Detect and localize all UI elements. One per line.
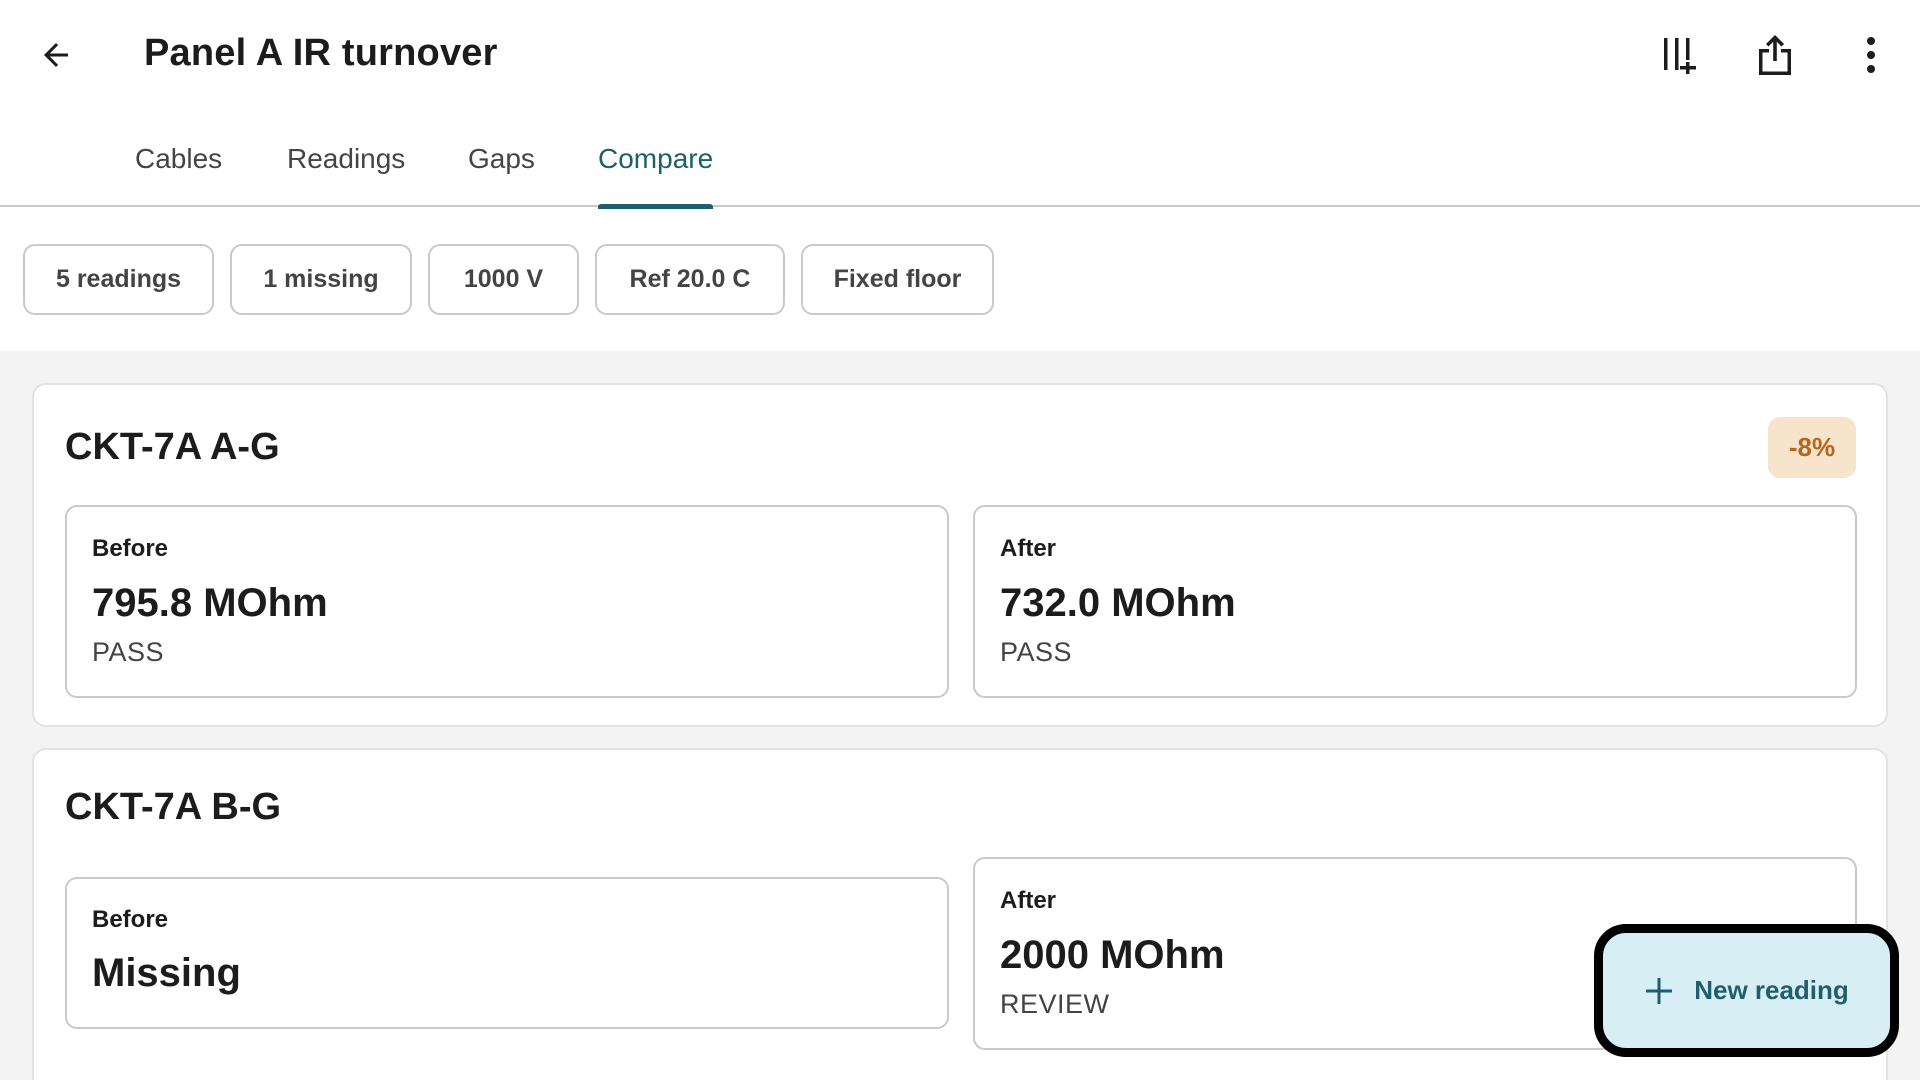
- after-status: PASS: [1000, 637, 1073, 667]
- new-reading-button[interactable]: New reading: [1594, 924, 1899, 1057]
- share-icon: [1759, 35, 1791, 75]
- more-options-button[interactable]: [1841, 25, 1901, 85]
- before-label: Before: [92, 535, 169, 562]
- share-button[interactable]: [1745, 25, 1805, 85]
- after-label: After: [1000, 887, 1057, 914]
- app-bar: Panel A IR turnover: [0, 0, 1920, 110]
- before-reading-box: Before Missing: [65, 877, 949, 1029]
- circuit-title: CKT-7A B-G: [65, 786, 282, 828]
- tab-cables[interactable]: Cables: [135, 110, 222, 207]
- comparison-card[interactable]: CKT-7A A-G -8% Before 795.8 MOhm PASS Af…: [32, 383, 1888, 727]
- chip-voltage[interactable]: 1000 V: [428, 244, 579, 315]
- chip-readings-count[interactable]: 5 readings: [23, 244, 214, 315]
- tab-bar: Cables Readings Gaps Compare: [0, 110, 1920, 209]
- circuit-title: CKT-7A A-G: [65, 426, 280, 468]
- plus-icon: [1646, 977, 1673, 1004]
- column-add-icon: [1664, 38, 1696, 74]
- after-status: REVIEW: [1000, 989, 1110, 1019]
- after-value: 2000 MOhm: [1000, 933, 1225, 977]
- before-reading-box: Before 795.8 MOhm PASS: [65, 505, 949, 698]
- delta-badge: -8%: [1768, 417, 1856, 478]
- chip-reference-temperature[interactable]: Ref 20.0 C: [595, 244, 785, 315]
- chip-fixed-floor[interactable]: Fixed floor: [801, 244, 994, 315]
- after-label: After: [1000, 535, 1057, 562]
- before-value: Missing: [92, 951, 241, 995]
- more-vertical-icon: [1867, 37, 1875, 73]
- chip-missing-count[interactable]: 1 missing: [230, 244, 412, 315]
- before-status: PASS: [92, 637, 165, 667]
- column-add-button[interactable]: [1651, 25, 1711, 85]
- filter-chip-row: 5 readings 1 missing 1000 V Ref 20.0 C F…: [0, 209, 1920, 351]
- arrow-left-icon: [44, 43, 68, 67]
- after-value: 732.0 MOhm: [1000, 581, 1236, 625]
- before-value: 795.8 MOhm: [92, 581, 328, 625]
- page-title: Panel A IR turnover: [144, 32, 498, 74]
- after-reading-box: After 732.0 MOhm PASS: [973, 505, 1857, 698]
- before-label: Before: [92, 906, 169, 933]
- tab-readings[interactable]: Readings: [287, 110, 405, 207]
- new-reading-label: New reading: [1694, 975, 1849, 1005]
- tab-compare[interactable]: Compare: [598, 110, 714, 209]
- back-button[interactable]: [26, 25, 86, 85]
- tab-gaps[interactable]: Gaps: [468, 110, 535, 207]
